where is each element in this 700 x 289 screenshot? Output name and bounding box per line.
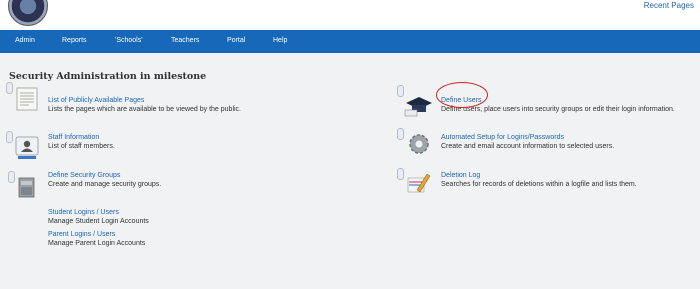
- define-security-groups-link[interactable]: Define Security Groups: [48, 171, 161, 180]
- automated-setup-link[interactable]: Automated Setup for Logins/Passwords: [441, 133, 614, 142]
- public-pages-link[interactable]: List of Publicly Available Pages: [48, 96, 241, 105]
- security-group-icon: [8, 171, 39, 200]
- gear-icon: [397, 128, 431, 157]
- staff-information-desc: List of staff members.: [48, 143, 115, 150]
- define-users-desc: Define users, place users into security …: [441, 106, 675, 113]
- public-pages-desc: Lists the pages which are available to b…: [48, 106, 242, 113]
- staff-information-link[interactable]: Staff Information: [48, 133, 115, 142]
- parent-logins-desc: Manage Parent Login Accounts: [48, 240, 146, 247]
- define-security-groups-desc: Create and manage security groups.: [48, 181, 162, 188]
- highlight-circle: [436, 82, 488, 108]
- staff-card-icon: [6, 131, 40, 160]
- nav-admin[interactable]: Admin: [15, 37, 35, 44]
- recent-pages-link[interactable]: Recent Pages: [644, 1, 694, 10]
- nav-reports[interactable]: Reports: [62, 37, 87, 44]
- document-list-icon: [6, 82, 40, 112]
- deletion-log-desc: Searches for records of deletions within…: [441, 181, 637, 188]
- parent-logins-link[interactable]: Parent Logins / Users: [48, 230, 145, 239]
- student-logins-link[interactable]: Student Logins / Users: [48, 208, 149, 217]
- school-logo[interactable]: [8, 0, 48, 26]
- nav-schools[interactable]: 'Schools': [115, 37, 143, 44]
- nav-help[interactable]: Help: [273, 37, 287, 44]
- nav-portal[interactable]: Portal: [227, 37, 245, 44]
- main-nav: Admin Reports 'Schools' Teachers Portal …: [0, 30, 700, 53]
- pencil-note-icon: [397, 168, 431, 196]
- top-bar: Recent Pages: [0, 0, 700, 30]
- deletion-log-link[interactable]: Deletion Log: [441, 171, 637, 180]
- define-users-icon: [397, 85, 433, 117]
- page-title: Security Administration in milestone: [9, 71, 207, 82]
- nav-teachers[interactable]: Teachers: [171, 37, 199, 44]
- automated-setup-desc: Create and email account information to …: [441, 143, 615, 150]
- student-logins-desc: Manage Student Login Accounts: [48, 218, 149, 225]
